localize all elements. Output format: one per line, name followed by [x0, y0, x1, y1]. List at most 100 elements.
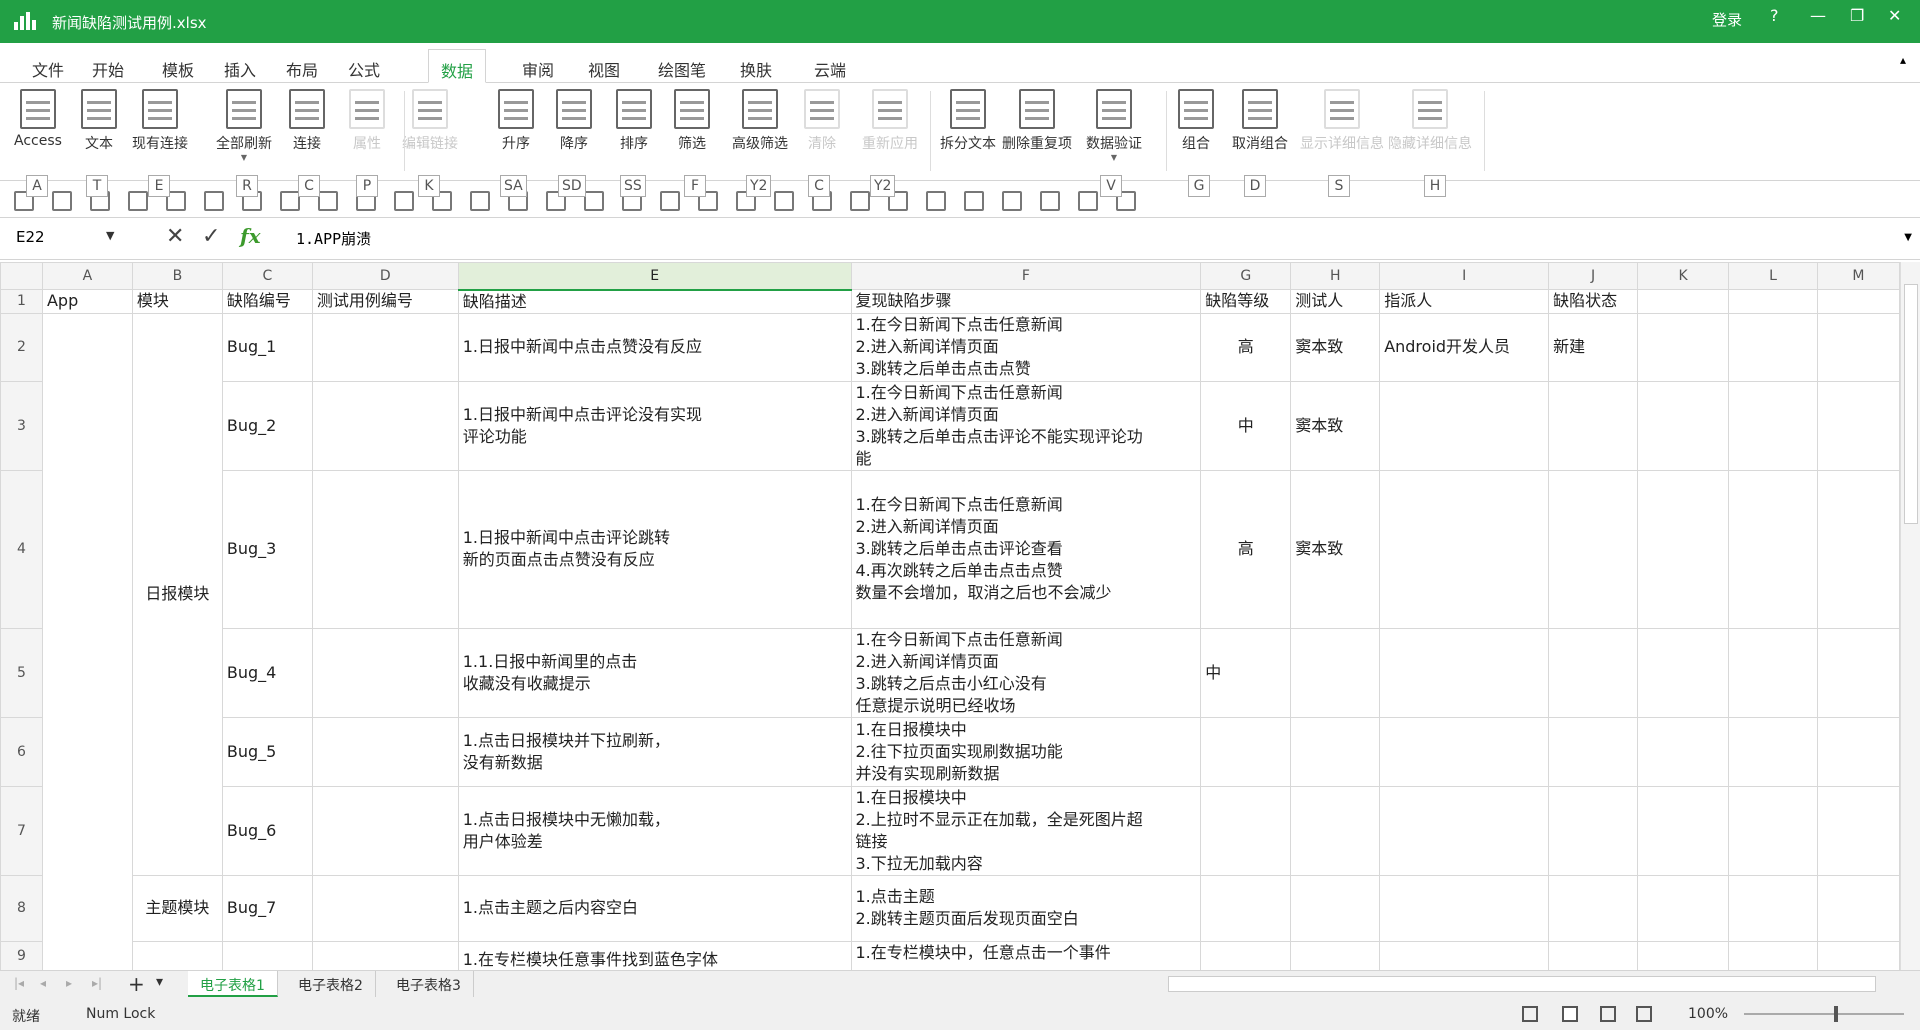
- cell-G[interactable]: 中: [1200, 380, 1292, 471]
- expand-formula-icon[interactable]: ▼: [1904, 232, 1912, 243]
- ribbon-button-8[interactable]: 降序: [552, 89, 596, 153]
- header-cell-L[interactable]: [1728, 289, 1818, 314]
- cell-G[interactable]: [1200, 940, 1292, 970]
- cell-M[interactable]: [1816, 627, 1900, 718]
- header-cell-M[interactable]: [1816, 289, 1900, 314]
- sheet-tab-1[interactable]: 电子表格2: [286, 971, 376, 997]
- cell-J[interactable]: [1548, 716, 1639, 787]
- row-header[interactable]: 3: [0, 380, 43, 471]
- toolbar-icon-7[interactable]: [280, 191, 300, 211]
- column-header-I[interactable]: I: [1379, 262, 1550, 290]
- cell-L[interactable]: [1728, 716, 1818, 787]
- toolbar-icon-8[interactable]: [318, 191, 338, 211]
- cell-C[interactable]: Bug_6: [221, 785, 313, 876]
- cell-E[interactable]: 1.点击日报模块中无懒加载， 用户体验差: [457, 785, 852, 876]
- row-header[interactable]: 8: [0, 874, 43, 942]
- cell-J[interactable]: [1548, 469, 1639, 629]
- header-cell-D[interactable]: 测试用例编号: [311, 289, 459, 314]
- toolbar-icon-5[interactable]: [204, 191, 224, 211]
- cell-M[interactable]: [1816, 940, 1900, 970]
- cell-C[interactable]: Bug_7: [221, 874, 313, 942]
- sheet-tab-2[interactable]: 电子表格3: [384, 971, 474, 997]
- scroll-thumb[interactable]: [1904, 284, 1918, 524]
- cell-C[interactable]: Bug_1: [221, 312, 313, 382]
- ribbon-button-11[interactable]: 高级筛选: [728, 89, 792, 153]
- cell-D[interactable]: [311, 716, 459, 787]
- header-cell-E[interactable]: 缺陷描述: [457, 289, 852, 314]
- cell-H[interactable]: [1290, 940, 1381, 970]
- cell-I[interactable]: [1379, 940, 1550, 970]
- toolbar-icon-24[interactable]: [926, 191, 946, 211]
- toolbar-icon-3[interactable]: [128, 191, 148, 211]
- ribbon-button-9[interactable]: 排序: [612, 89, 656, 153]
- row-header[interactable]: 4: [0, 469, 43, 629]
- ribbon-button-0[interactable]: Access: [14, 89, 62, 149]
- column-header-H[interactable]: H: [1290, 262, 1381, 290]
- menu-tab-3[interactable]: 插入: [212, 49, 268, 83]
- cell-D[interactable]: [311, 785, 459, 876]
- header-cell-J[interactable]: 缺陷状态: [1548, 289, 1639, 314]
- row-header[interactable]: 1: [0, 289, 43, 314]
- add-sheet-button[interactable]: +: [128, 972, 145, 996]
- cell-G[interactable]: 高: [1200, 312, 1292, 382]
- ribbon-button-7[interactable]: 升序: [494, 89, 538, 153]
- page-layout-view-icon[interactable]: [1600, 1006, 1616, 1022]
- minimize-button[interactable]: —: [1810, 6, 1826, 25]
- column-header-G[interactable]: G: [1200, 262, 1292, 290]
- cell-E[interactable]: 1.点击日报模块并下拉刷新， 没有新数据: [457, 716, 852, 787]
- header-cell-B[interactable]: 模块: [131, 289, 223, 314]
- ribbon-button-1[interactable]: 文本: [78, 89, 120, 153]
- cell-M[interactable]: [1816, 380, 1900, 471]
- cell-K[interactable]: [1637, 874, 1729, 942]
- column-header-C[interactable]: C: [221, 262, 313, 290]
- row-header[interactable]: 5: [0, 627, 43, 718]
- ribbon-button-20[interactable]: 隐藏详细信息: [1382, 89, 1478, 153]
- cell-C[interactable]: [221, 940, 313, 970]
- header-cell-G[interactable]: 缺陷等级: [1200, 289, 1292, 314]
- close-button[interactable]: ✕: [1888, 6, 1901, 25]
- row-header[interactable]: 7: [0, 785, 43, 876]
- menu-tab-1[interactable]: 开始: [80, 49, 136, 83]
- select-all-corner[interactable]: [0, 262, 43, 290]
- cell-A[interactable]: [41, 312, 133, 970]
- column-header-L[interactable]: L: [1728, 262, 1818, 290]
- cell-I[interactable]: [1379, 716, 1550, 787]
- menu-tab-8[interactable]: 视图: [576, 49, 632, 83]
- toolbar-icon-15[interactable]: [584, 191, 604, 211]
- cell-E[interactable]: 1.点击主题之后内容空白: [457, 874, 852, 942]
- cell-E[interactable]: 1.在专栏模块任意事件找到蓝色字体: [457, 940, 852, 970]
- ribbon-button-6[interactable]: 编辑链接: [398, 89, 462, 153]
- column-header-J[interactable]: J: [1548, 262, 1639, 290]
- column-header-A[interactable]: A: [41, 262, 133, 290]
- column-header-E[interactable]: E: [457, 262, 852, 291]
- cell-D[interactable]: [311, 940, 459, 970]
- header-cell-F[interactable]: 复现缺陷步骤: [850, 289, 1202, 314]
- cell-H[interactable]: [1290, 716, 1381, 787]
- login-button[interactable]: 登录: [1712, 9, 1742, 30]
- cell-F[interactable]: 1.点击主题 2.跳转主题页面后发现页面空白: [850, 874, 1202, 942]
- ribbon-button-4[interactable]: 连接: [286, 89, 328, 153]
- cell-J[interactable]: 新建: [1548, 312, 1639, 382]
- ribbon-button-12[interactable]: 清除: [800, 89, 844, 153]
- menu-tab-6[interactable]: 数据: [428, 49, 487, 83]
- cell-C[interactable]: Bug_4: [221, 627, 313, 718]
- last-sheet-icon[interactable]: ▸|: [92, 976, 102, 990]
- cell-L[interactable]: [1728, 874, 1818, 942]
- cell-H[interactable]: [1290, 874, 1381, 942]
- cell-M[interactable]: [1816, 312, 1900, 382]
- cell-L[interactable]: [1728, 312, 1818, 382]
- cell-J[interactable]: [1548, 785, 1639, 876]
- column-header-F[interactable]: F: [850, 262, 1202, 290]
- ribbon-button-18[interactable]: 取消组合: [1228, 89, 1292, 153]
- menu-tab-7[interactable]: 审阅: [510, 49, 566, 83]
- cell-G[interactable]: [1200, 716, 1292, 787]
- cell-I[interactable]: [1379, 785, 1550, 876]
- cell-J[interactable]: [1548, 627, 1639, 718]
- name-box-dropdown-icon[interactable]: ▼: [106, 229, 114, 242]
- toolbar-icon-26[interactable]: [1002, 191, 1022, 211]
- cell-F[interactable]: 1.在日报模块中 2.上拉时不显示正在加载，全是死图片超 链接 3.下拉无加载内…: [850, 785, 1202, 876]
- cell-J[interactable]: [1548, 380, 1639, 471]
- cell-E[interactable]: 1.1.日报中新闻里的点击 收藏没有收藏提示: [457, 627, 852, 718]
- confirm-icon[interactable]: ✓: [202, 224, 220, 249]
- dropdown-icon[interactable]: ▼: [212, 153, 276, 162]
